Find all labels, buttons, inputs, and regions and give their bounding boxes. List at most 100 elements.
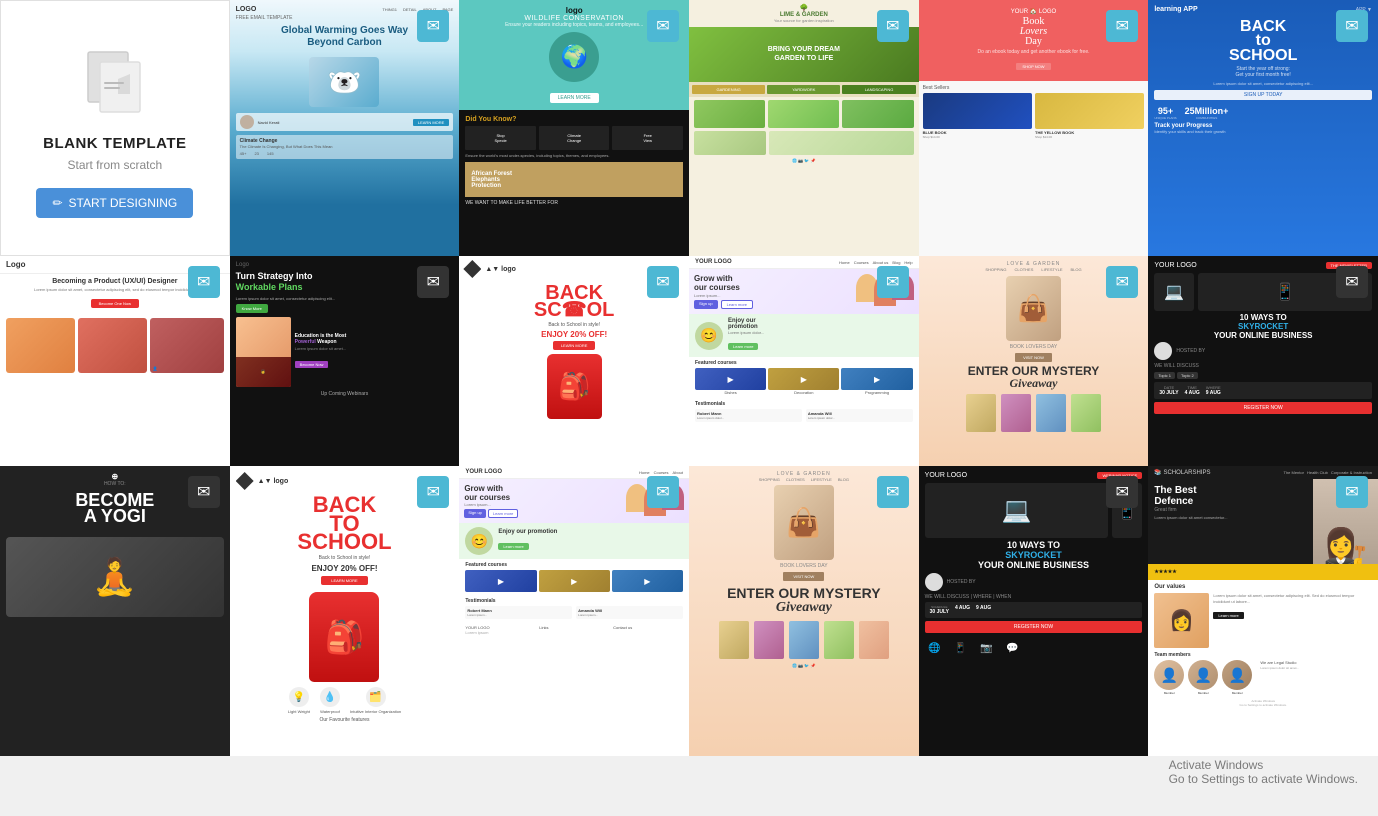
bsw-discount: ENJOY 20% OFF!: [541, 330, 607, 339]
bsr2-title: BACKTOSCHOOL: [297, 496, 391, 552]
def-yellow-bar: ★★★★★: [1148, 564, 1378, 580]
back-school-white-card[interactable]: ✉ ▲▼ logo BACKSC☎OL Back to School in st…: [459, 256, 689, 466]
start-designing-label: START DESIGNING: [69, 196, 178, 210]
skyrocket-register-btn[interactable]: REGISTER NOW: [1154, 402, 1372, 414]
mail-badge[interactable]: ✉: [877, 10, 909, 42]
garden-card[interactable]: ✉ 🌳 LIME & GARDEN Your source for garden…: [689, 0, 919, 256]
def-team: 👤 Member 👤 Member 👤 Member We are Legal …: [1154, 660, 1372, 695]
back-school-red2-card[interactable]: ✉ ▲▼ logo BACKTOSCHOOL Back to School in…: [230, 466, 460, 756]
courses2-featured: Featured courses ▶ ▶ ▶: [459, 559, 689, 595]
strategy-card[interactable]: ✉ Logo Turn Strategy IntoWorkable Plans …: [230, 256, 460, 466]
back-school-red2-inner: ▲▼ logo BACKTOSCHOOL Back to School in s…: [230, 466, 460, 756]
bs-blue-stats: 95+ UNIQUE PLANS 25Million+ COMMUNITIES: [1154, 106, 1372, 120]
become-yogi-card[interactable]: ✉ ⊕ HOW TO: BECOMEA YOGI 🧘: [0, 466, 230, 756]
back-school-blue-card[interactable]: ✉ learning APP APP ▼ BACKtoSCHOOL Start …: [1148, 0, 1378, 256]
skyrocket-card[interactable]: ✉ YOUR LOGO THE NEWSLETTER 💻 📱 10 WAYS T…: [1148, 256, 1378, 466]
mail-badge[interactable]: ✉: [188, 266, 220, 298]
free-template-label: FREE EMAIL TEMPLATE: [236, 15, 293, 21]
mail-badge[interactable]: ✉: [188, 476, 220, 508]
courses2-inner: YOUR LOGO HomeCoursesAbout Grow withour …: [459, 466, 689, 756]
courses2-footer: YOUR LOGOLorem ipsum Links Contact us: [459, 622, 689, 638]
bld-books-row: [966, 394, 1101, 432]
yogi-title: BECOMEA YOGI: [75, 492, 154, 524]
bsr2-btn[interactable]: LEARN MORE: [321, 576, 367, 585]
mail-badge[interactable]: ✉: [417, 10, 449, 42]
sky2-register-btn[interactable]: REGISTER NOW: [925, 621, 1143, 633]
blank-template-icon: [75, 39, 155, 119]
book-lovers-red-card[interactable]: ✉ YOUR 🏠 LOGO BookLoversDay Do an ebook …: [919, 0, 1149, 256]
mail-badge[interactable]: ✉: [877, 476, 909, 508]
sky2-discuss: WE WILL DISCUSS | WHERE | WHEN: [925, 594, 1143, 600]
skyrocket-topics: Topic 1 Topic 2: [1154, 372, 1372, 379]
skyrocket2-card[interactable]: ✉ YOUR LOGO WEBINAR NOTICE 💻 📱 10 WAYS T…: [919, 466, 1149, 756]
bld-main-title: ENTER OUR MYSTERYGiveaway: [968, 365, 1100, 389]
book-lovers-peach-card[interactable]: ✉ LOVE & GARDEN SHOPPINGCLOTHESLIFESTYLE…: [919, 256, 1149, 466]
bsw-backpack: 🎒: [547, 354, 602, 419]
bsr2-backpack: 🎒: [309, 592, 379, 682]
bsw-title: BACKSC☎OL: [534, 285, 614, 319]
bs-blue-desc: Start the year off strong:Get your first…: [1154, 66, 1372, 78]
blank-template-card[interactable]: BLANK TEMPLATE Start from scratch ✏ STAR…: [0, 0, 230, 256]
mail-badge[interactable]: ✉: [647, 266, 679, 298]
sky2-icons-row: 🌐 📱 📷 💬: [925, 639, 1143, 659]
strategy-image-row: 👩 Education is the MostPowerful Weapon L…: [236, 317, 454, 387]
skyrocket-title: 10 WAYS TOSKYROCKETYOUR ONLINE BUSINESS: [1154, 314, 1372, 340]
wildlife-card[interactable]: ✉ logo WILDLIFE CONSERVATION Ensure your…: [459, 0, 689, 256]
bld-nav: SHOPPINGCLOTHESLIFESTYLEBLOG: [985, 267, 1081, 272]
bsr2-features: 💡 Light Weight 💧 Waterproof 🗂️ Intuitive…: [236, 687, 454, 714]
bsr2-subtitle: Back to School in style!: [319, 555, 371, 561]
wildlife-learn-btn[interactable]: LEARN MORE: [550, 93, 599, 103]
mail-badge[interactable]: ✉: [1106, 266, 1138, 298]
wildlife-footer-text: WE WANT TO MAKE LIFE BETTER FOR: [465, 200, 683, 206]
blank-template-subtitle: Start from scratch: [67, 158, 162, 172]
bld2-cta-text: BOOK LOVERS DAY: [780, 563, 827, 569]
mail-badge[interactable]: ✉: [877, 266, 909, 298]
windows-watermark: Activate Windows Go to Settings to activ…: [1169, 758, 1358, 786]
strategy-btn[interactable]: Know More: [236, 304, 268, 313]
defence-card[interactable]: ✉ 📚 SCHOLARSHIPS The MentorHealth ClubCo…: [1148, 466, 1378, 756]
courses2-promo: 😊 Enjoy our promotion Learn more: [459, 523, 689, 559]
bld-btn[interactable]: VISIT NOW: [1015, 353, 1052, 362]
book-lovers-day2-inner: LOVE & GARDEN SHOPPINGCLOTHESLIFESTYLEBL…: [689, 466, 919, 756]
mail-badge[interactable]: ✉: [647, 476, 679, 508]
book-lovers-day2-card[interactable]: ✉ LOVE & GARDEN SHOPPINGCLOTHESLIFESTYLE…: [689, 466, 919, 756]
courses2-card[interactable]: ✉ YOUR LOGO HomeCoursesAbout Grow withou…: [459, 466, 689, 756]
pencil-icon: ✏: [52, 196, 62, 210]
global-warming-card[interactable]: ✉ LOGO THING1DETAILABOUTPAGE FREE EMAIL …: [230, 0, 460, 256]
bs-blue-signup-btn[interactable]: SIGN UP TODAY: [1154, 90, 1372, 100]
become-yogi-inner: ⊕ HOW TO: BECOMEA YOGI 🧘: [0, 466, 230, 756]
mail-badge-dark[interactable]: ✉: [417, 266, 449, 298]
bs-blue-subdesc: Lorem ipsum dolor sit amet, consectetur …: [1154, 81, 1372, 86]
mail-badge[interactable]: ✉: [1336, 476, 1368, 508]
bld-cta-text: BOOK LOVERS DAY: [1010, 344, 1057, 350]
template-footer-info: Climate Change The Climate Is Changing, …: [236, 135, 454, 159]
watermark-line1: Activate Windows: [1169, 758, 1358, 772]
blank-template-title: BLANK TEMPLATE: [43, 135, 186, 152]
courses-card[interactable]: ✉ YOUR LOGO HomeCoursesAbout usBlogHelp …: [689, 256, 919, 466]
courses-featured: Featured courses ▶ Dishes ▶ Decoration ▶…: [689, 357, 919, 398]
designer-row: Navid Kerati LEARN MORE: [236, 113, 454, 131]
bs-blue-track-desc: Identify your skills and track their gro…: [1154, 129, 1372, 134]
bld2-product: 👜: [774, 485, 834, 560]
bld2-main-title: ENTER OUR MYSTERYGiveaway: [727, 587, 881, 614]
mail-badge[interactable]: ✉: [417, 476, 449, 508]
mail-badge[interactable]: ✉: [1106, 10, 1138, 42]
ux-images: 👤: [0, 314, 230, 466]
sky2-host: HOSTED BY: [925, 573, 1143, 591]
mail-badge[interactable]: ✉: [1106, 476, 1138, 508]
wildlife-dark-title: Did You Know?: [465, 116, 683, 123]
courses-promo: 😊 Enjoy ourpromotion Lorem ipsum dolor..…: [689, 314, 919, 357]
mail-badge[interactable]: ✉: [647, 10, 679, 42]
mail-badge[interactable]: ✉: [1336, 266, 1368, 298]
bsw-btn[interactable]: LEARN MORE: [553, 341, 595, 350]
skyrocket-host: HOSTED BY: [1154, 342, 1372, 360]
bld2-footer: 🌐 📷 🐦 📌: [792, 663, 815, 668]
mail-badge[interactable]: ✉: [1336, 10, 1368, 42]
sky2-schedule: SCHEDULE 30 JULY 4 AUG 9 AUG: [925, 602, 1143, 618]
bsr2-discount: ENJOY 20% OFF!: [311, 564, 377, 573]
ux-designer-card[interactable]: ✉ Logo Becoming a Product (UX/UI) Design…: [0, 256, 230, 466]
courses-testimonials: Testimonials Robert Mann Lorem ipsum dol…: [689, 398, 919, 425]
start-designing-button[interactable]: ✏ START DESIGNING: [36, 188, 193, 218]
watermark-line2: Go to Settings to activate Windows.: [1169, 772, 1358, 786]
bld2-btn[interactable]: VISIT NOW: [783, 572, 824, 581]
